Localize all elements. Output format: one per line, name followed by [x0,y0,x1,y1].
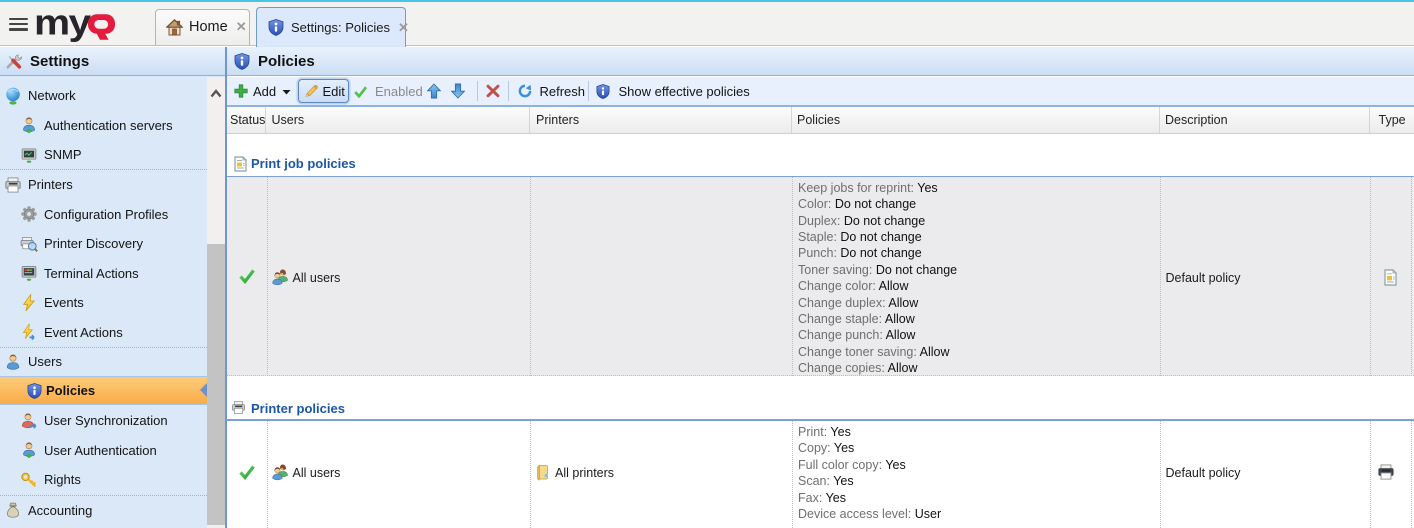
svg-text:my: my [34,3,92,43]
